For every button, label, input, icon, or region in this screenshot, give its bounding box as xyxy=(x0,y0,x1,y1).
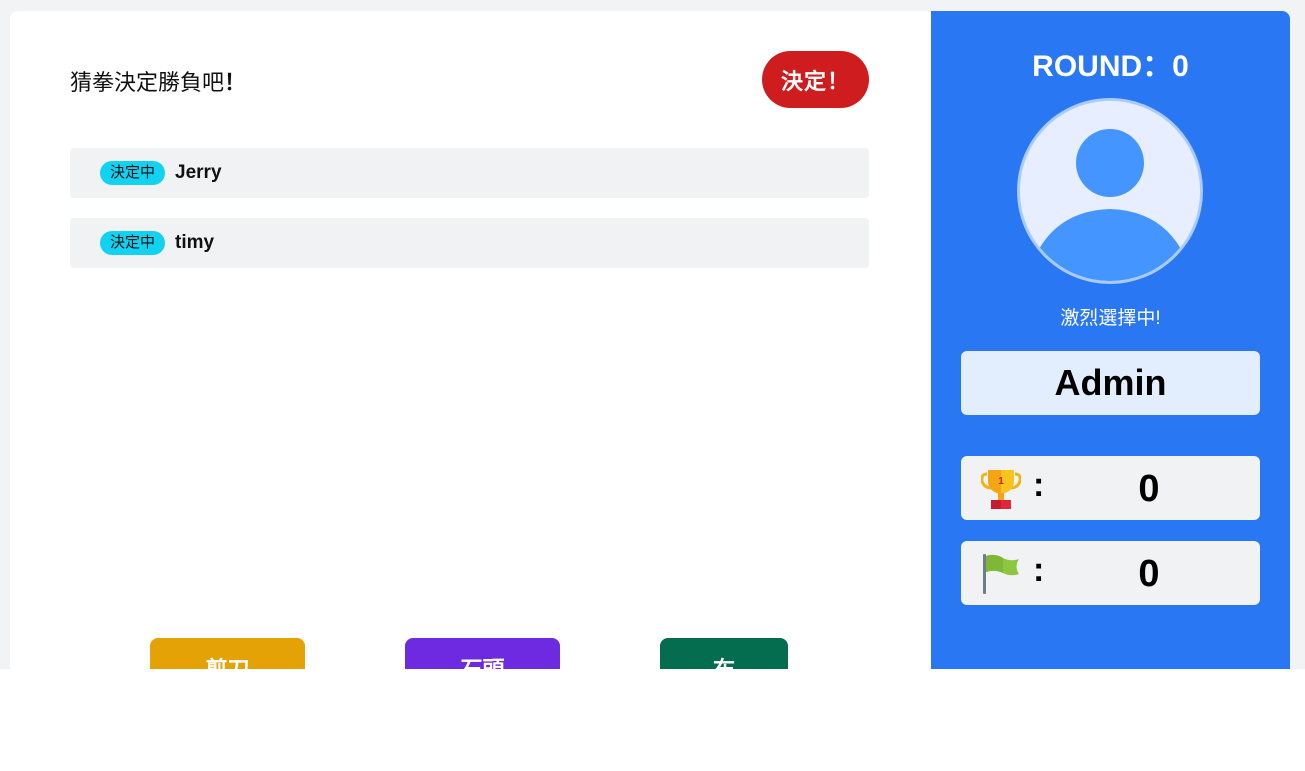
status-text: 激烈選擇中! xyxy=(1060,308,1161,329)
page-title: 猜拳決定勝負吧！ xyxy=(70,65,246,97)
app-viewport: 猜拳決定勝負吧！ 決定！ 決定中 Jerry 決定中 timy 剪刀 石頭 布 … xyxy=(0,0,1305,669)
draws-colon: : xyxy=(1033,551,1045,589)
player-row: 決定中 timy xyxy=(70,218,869,268)
draws-stat: : 0 xyxy=(961,541,1260,605)
wins-stat: 1 : 0 xyxy=(961,456,1260,520)
user-avatar-icon xyxy=(1017,98,1203,284)
player-row: 決定中 Jerry xyxy=(70,148,869,198)
paper-button[interactable]: 布 xyxy=(660,638,788,669)
scissors-button[interactable]: 剪刀 xyxy=(150,638,305,669)
wins-colon: : xyxy=(1033,466,1045,504)
page-title-bang: ！ xyxy=(224,70,247,95)
player-name: Jerry xyxy=(175,162,222,183)
trophy-icon: 1 xyxy=(980,468,1022,510)
flag-icon xyxy=(981,553,1021,595)
draws-value: 0 xyxy=(1138,553,1160,595)
decide-button[interactable]: 決定！ xyxy=(762,51,869,108)
player-status-badge: 決定中 xyxy=(100,231,166,255)
page-title-text: 猜拳決定勝負吧 xyxy=(70,70,225,95)
game-main-card: 猜拳決定勝負吧！ 決定！ 決定中 Jerry 決定中 timy 剪刀 石頭 布 xyxy=(10,11,931,669)
wins-value: 0 xyxy=(1138,468,1160,510)
svg-text:1: 1 xyxy=(998,476,1004,487)
rock-button[interactable]: 石頭 xyxy=(405,638,560,669)
username-display: Admin xyxy=(961,351,1260,415)
player-status-badge: 決定中 xyxy=(100,161,166,185)
player-side-panel: ROUND：0 激烈選擇中! Admin 1: 0: 0 xyxy=(931,11,1290,669)
player-name: timy xyxy=(175,232,215,253)
round-counter: ROUND：0 xyxy=(1032,50,1189,83)
